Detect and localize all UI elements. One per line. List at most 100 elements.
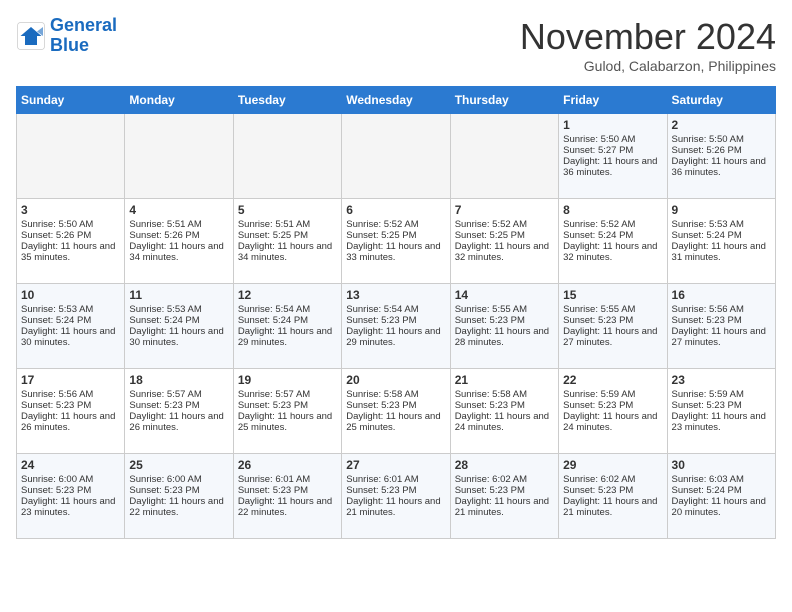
day-number: 24: [21, 458, 120, 472]
daylight-label: Daylight: 11 hours and 20 minutes.: [672, 496, 766, 518]
sunrise-label: Sunrise: 5:51 AM: [129, 219, 201, 230]
calendar-day-cell: [17, 114, 125, 199]
calendar-day-cell: 6 Sunrise: 5:52 AM Sunset: 5:25 PM Dayli…: [342, 199, 450, 284]
calendar-day-cell: 25 Sunrise: 6:00 AM Sunset: 5:23 PM Dayl…: [125, 454, 233, 539]
daylight-label: Daylight: 11 hours and 32 minutes.: [563, 241, 657, 263]
sunset-label: Sunset: 5:26 PM: [129, 230, 199, 241]
day-number: 25: [129, 458, 228, 472]
sunset-label: Sunset: 5:23 PM: [563, 485, 633, 496]
calendar-day-cell: [233, 114, 341, 199]
daylight-label: Daylight: 11 hours and 25 minutes.: [346, 411, 440, 433]
daylight-label: Daylight: 11 hours and 26 minutes.: [129, 411, 223, 433]
day-number: 19: [238, 373, 337, 387]
sunset-label: Sunset: 5:24 PM: [672, 485, 742, 496]
sunrise-label: Sunrise: 5:59 AM: [672, 389, 744, 400]
weekday-header-cell: Sunday: [17, 87, 125, 114]
day-number: 28: [455, 458, 554, 472]
sunset-label: Sunset: 5:23 PM: [563, 400, 633, 411]
day-number: 5: [238, 203, 337, 217]
sunset-label: Sunset: 5:23 PM: [346, 485, 416, 496]
sunset-label: Sunset: 5:26 PM: [21, 230, 91, 241]
day-number: 26: [238, 458, 337, 472]
daylight-label: Daylight: 11 hours and 21 minutes.: [455, 496, 549, 518]
calendar-day-cell: 7 Sunrise: 5:52 AM Sunset: 5:25 PM Dayli…: [450, 199, 558, 284]
calendar-day-cell: 29 Sunrise: 6:02 AM Sunset: 5:23 PM Dayl…: [559, 454, 667, 539]
daylight-label: Daylight: 11 hours and 21 minutes.: [563, 496, 657, 518]
calendar-day-cell: 27 Sunrise: 6:01 AM Sunset: 5:23 PM Dayl…: [342, 454, 450, 539]
logo-icon: [16, 21, 46, 51]
day-number: 10: [21, 288, 120, 302]
daylight-label: Daylight: 11 hours and 36 minutes.: [672, 156, 766, 178]
day-number: 23: [672, 373, 771, 387]
sunrise-label: Sunrise: 5:54 AM: [238, 304, 310, 315]
day-number: 1: [563, 118, 662, 132]
sunrise-label: Sunrise: 5:52 AM: [455, 219, 527, 230]
sunset-label: Sunset: 5:23 PM: [455, 315, 525, 326]
weekday-header-cell: Tuesday: [233, 87, 341, 114]
sunrise-label: Sunrise: 6:02 AM: [455, 474, 527, 485]
sunset-label: Sunset: 5:23 PM: [129, 485, 199, 496]
sunset-label: Sunset: 5:24 PM: [129, 315, 199, 326]
sunset-label: Sunset: 5:23 PM: [563, 315, 633, 326]
calendar-table: SundayMondayTuesdayWednesdayThursdayFrid…: [16, 86, 776, 539]
calendar-week-row: 10 Sunrise: 5:53 AM Sunset: 5:24 PM Dayl…: [17, 284, 776, 369]
calendar-day-cell: 9 Sunrise: 5:53 AM Sunset: 5:24 PM Dayli…: [667, 199, 775, 284]
sunset-label: Sunset: 5:23 PM: [672, 400, 742, 411]
daylight-label: Daylight: 11 hours and 34 minutes.: [129, 241, 223, 263]
daylight-label: Daylight: 11 hours and 23 minutes.: [21, 496, 115, 518]
sunrise-label: Sunrise: 5:53 AM: [672, 219, 744, 230]
calendar-day-cell: 4 Sunrise: 5:51 AM Sunset: 5:26 PM Dayli…: [125, 199, 233, 284]
calendar-day-cell: 1 Sunrise: 5:50 AM Sunset: 5:27 PM Dayli…: [559, 114, 667, 199]
calendar-day-cell: 23 Sunrise: 5:59 AM Sunset: 5:23 PM Dayl…: [667, 369, 775, 454]
day-number: 9: [672, 203, 771, 217]
calendar-day-cell: 16 Sunrise: 5:56 AM Sunset: 5:23 PM Dayl…: [667, 284, 775, 369]
calendar-day-cell: 3 Sunrise: 5:50 AM Sunset: 5:26 PM Dayli…: [17, 199, 125, 284]
sunset-label: Sunset: 5:23 PM: [21, 400, 91, 411]
daylight-label: Daylight: 11 hours and 34 minutes.: [238, 241, 332, 263]
sunrise-label: Sunrise: 5:50 AM: [21, 219, 93, 230]
calendar-week-row: 17 Sunrise: 5:56 AM Sunset: 5:23 PM Dayl…: [17, 369, 776, 454]
day-number: 27: [346, 458, 445, 472]
day-number: 14: [455, 288, 554, 302]
sunrise-label: Sunrise: 5:55 AM: [455, 304, 527, 315]
day-number: 17: [21, 373, 120, 387]
calendar-day-cell: 13 Sunrise: 5:54 AM Sunset: 5:23 PM Dayl…: [342, 284, 450, 369]
daylight-label: Daylight: 11 hours and 29 minutes.: [238, 326, 332, 348]
sunset-label: Sunset: 5:25 PM: [346, 230, 416, 241]
daylight-label: Daylight: 11 hours and 23 minutes.: [672, 411, 766, 433]
sunset-label: Sunset: 5:23 PM: [672, 315, 742, 326]
day-number: 4: [129, 203, 228, 217]
daylight-label: Daylight: 11 hours and 30 minutes.: [21, 326, 115, 348]
daylight-label: Daylight: 11 hours and 35 minutes.: [21, 241, 115, 263]
sunrise-label: Sunrise: 6:01 AM: [238, 474, 310, 485]
sunset-label: Sunset: 5:23 PM: [346, 400, 416, 411]
logo: General Blue: [16, 16, 117, 56]
sunrise-label: Sunrise: 5:50 AM: [563, 134, 635, 145]
sunset-label: Sunset: 5:23 PM: [455, 400, 525, 411]
calendar-day-cell: 5 Sunrise: 5:51 AM Sunset: 5:25 PM Dayli…: [233, 199, 341, 284]
day-number: 6: [346, 203, 445, 217]
month-title: November 2024: [520, 16, 776, 58]
calendar-day-cell: 24 Sunrise: 6:00 AM Sunset: 5:23 PM Dayl…: [17, 454, 125, 539]
sunrise-label: Sunrise: 5:52 AM: [346, 219, 418, 230]
logo-text: General Blue: [50, 16, 117, 56]
calendar-body: 1 Sunrise: 5:50 AM Sunset: 5:27 PM Dayli…: [17, 114, 776, 539]
sunrise-label: Sunrise: 6:03 AM: [672, 474, 744, 485]
sunset-label: Sunset: 5:23 PM: [238, 400, 308, 411]
day-number: 7: [455, 203, 554, 217]
daylight-label: Daylight: 11 hours and 25 minutes.: [238, 411, 332, 433]
daylight-label: Daylight: 11 hours and 30 minutes.: [129, 326, 223, 348]
day-number: 22: [563, 373, 662, 387]
sunrise-label: Sunrise: 5:58 AM: [455, 389, 527, 400]
daylight-label: Daylight: 11 hours and 27 minutes.: [563, 326, 657, 348]
sunrise-label: Sunrise: 5:53 AM: [129, 304, 201, 315]
calendar-week-row: 24 Sunrise: 6:00 AM Sunset: 5:23 PM Dayl…: [17, 454, 776, 539]
calendar-day-cell: 14 Sunrise: 5:55 AM Sunset: 5:23 PM Dayl…: [450, 284, 558, 369]
sunset-label: Sunset: 5:23 PM: [129, 400, 199, 411]
weekday-header-cell: Friday: [559, 87, 667, 114]
sunset-label: Sunset: 5:25 PM: [238, 230, 308, 241]
calendar-day-cell: 10 Sunrise: 5:53 AM Sunset: 5:24 PM Dayl…: [17, 284, 125, 369]
daylight-label: Daylight: 11 hours and 31 minutes.: [672, 241, 766, 263]
sunset-label: Sunset: 5:27 PM: [563, 145, 633, 156]
sunrise-label: Sunrise: 5:57 AM: [238, 389, 310, 400]
